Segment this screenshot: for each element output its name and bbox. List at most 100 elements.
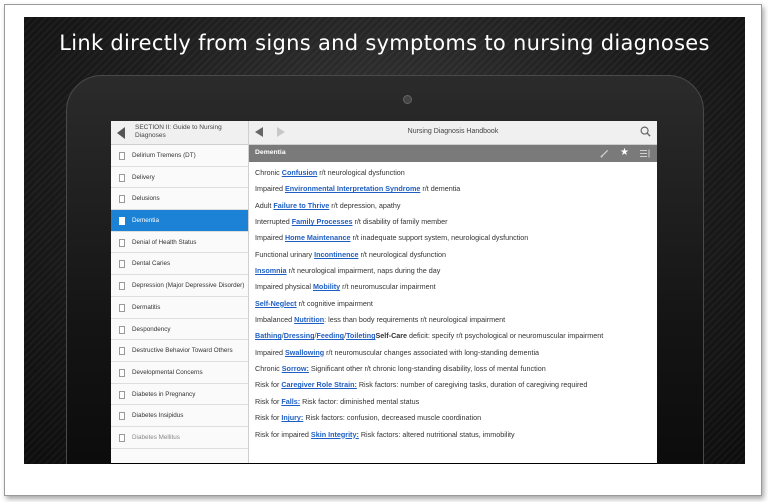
diagnosis-link[interactable]: Caregiver Role Strain:: [281, 380, 357, 389]
document-icon: [119, 347, 125, 356]
topic-list-item[interactable]: Depression (Major Depressive Disorder): [111, 275, 248, 297]
document-icon: [119, 238, 125, 247]
topic-title: Dementia: [255, 149, 286, 156]
diagnosis-link[interactable]: Mobility: [313, 282, 340, 291]
diagnosis-row: Functional urinary Incontinence r/t neur…: [255, 247, 655, 263]
diagnosis-text: Functional urinary: [255, 249, 315, 259]
promo-poster: Link directly from signs and symptoms to…: [24, 17, 745, 464]
document-icon: [119, 390, 125, 399]
topic-list-item[interactable]: Dermatitis: [111, 297, 248, 319]
topic-list-item[interactable]: Delirium Tremens (DT): [111, 145, 248, 167]
topic-label: Dementia: [132, 217, 159, 225]
document-icon: [119, 217, 125, 226]
diagnosis-text: Adult: [255, 200, 274, 210]
diagnosis-text: : less than body requirements r/t neurol…: [324, 315, 506, 325]
diagnosis-link[interactable]: Sorrow:: [282, 364, 309, 373]
topic-label: Diabetes Mellitus: [132, 433, 180, 441]
diagnosis-row: Risk for Caregiver Role Strain: Risk fac…: [255, 377, 655, 393]
diagnosis-link[interactable]: Injury:: [281, 413, 303, 422]
diagnosis-row: Impaired physical Mobility r/t neuromusc…: [255, 279, 655, 295]
topic-label: Delusions: [132, 195, 160, 203]
diagnosis-list: Chronic Confusion r/t neurological dysfu…: [255, 165, 655, 443]
diagnosis-text: Impaired physical: [255, 282, 313, 292]
diagnosis-link[interactable]: Swallowing: [285, 348, 324, 357]
topic-label: Delivery: [132, 173, 155, 181]
back-arrow-icon[interactable]: [117, 127, 125, 139]
topic-list-item[interactable]: Dementia: [111, 210, 248, 232]
document-icon: [119, 303, 125, 312]
diagnosis-row: Chronic Confusion r/t neurological dysfu…: [255, 165, 655, 181]
topic-list-item[interactable]: Diabetes Mellitus: [111, 427, 248, 449]
diagnosis-row: Bathing/Dressing/Feeding/ToiletingSelf-C…: [255, 328, 655, 344]
diagnosis-text: r/t disability of family member: [352, 217, 448, 227]
pencil-icon[interactable]: [600, 149, 609, 158]
diagnosis-text: Risk factors: confusion, decreased muscl…: [303, 413, 482, 423]
diagnosis-text: Risk factors: altered nutritional status…: [358, 429, 515, 439]
document-icon: [119, 173, 125, 182]
topic-label: Depression (Major Depressive Disorder): [132, 282, 245, 290]
topic-list: Delirium Tremens (DT) Delivery Delusions De…: [111, 145, 248, 449]
diagnosis-text: Significant other r/t chronic long-stand…: [308, 364, 546, 374]
diagnosis-text: r/t neurological impairment, naps during…: [286, 266, 441, 276]
topic-list-item[interactable]: Delusions: [111, 188, 248, 211]
diagnosis-row: Impaired Environmental Interpretation Sy…: [255, 181, 655, 197]
diagnosis-text: Chronic: [255, 364, 282, 374]
diagnosis-link[interactable]: Feeding: [317, 331, 345, 340]
topic-list-item[interactable]: Developmental Concerns: [111, 362, 248, 384]
section-title: SECTION II: Guide to Nursing Diagnoses: [135, 124, 222, 139]
diagnosis-link[interactable]: Falls:: [281, 397, 300, 406]
diagnosis-text: r/t depression, apathy: [329, 200, 401, 210]
diagnosis-row: Risk for Falls: Risk factor: diminished …: [255, 394, 655, 410]
topic-list-panel: SECTION II: Guide to Nursing Diagnoses D…: [111, 121, 249, 463]
document-icon: [119, 282, 125, 291]
diagnosis-link[interactable]: Bathing: [255, 331, 282, 340]
topic-label: Delirium Tremens (DT): [132, 152, 196, 159]
diagnosis-row: Insomnia r/t neurological impairment, na…: [255, 263, 655, 279]
topic-header-bar: Dementia ★: [249, 145, 657, 162]
topic-list-item[interactable]: Dental Caries: [111, 253, 248, 276]
topic-label: Despondency: [132, 325, 171, 333]
diagnosis-link[interactable]: Nutrition: [294, 315, 324, 324]
diagnosis-link[interactable]: Failure to Thrive: [273, 201, 329, 210]
topic-list-item[interactable]: Diabetes Insipidus: [111, 405, 248, 427]
diagnosis-link[interactable]: Home Maintenance: [285, 233, 351, 242]
document-icon: [119, 368, 125, 377]
topic-label: Destructive Behavior Toward Others: [132, 347, 233, 355]
topic-label: Diabetes Insipidus: [132, 412, 184, 420]
diagnosis-text: r/t neurological dysfunction: [358, 249, 446, 259]
topic-list-item[interactable]: Denial of Health Status: [111, 232, 248, 254]
topic-list-item[interactable]: Destructive Behavior Toward Others: [111, 340, 248, 362]
diagnosis-link[interactable]: Insomnia: [255, 266, 287, 275]
diagnosis-link[interactable]: Incontinence: [314, 250, 358, 259]
search-icon[interactable]: [640, 126, 651, 137]
topic-label: Dermatitis: [132, 303, 161, 311]
topic-list-item[interactable]: Diabetes in Pregnancy: [111, 384, 248, 406]
topic-label: Developmental Concerns: [132, 368, 203, 376]
diagnosis-text: Risk for impaired: [255, 429, 311, 439]
topic-list-item[interactable]: Delivery: [111, 167, 248, 189]
diagnosis-text: Impaired: [255, 347, 285, 357]
document-icon: [119, 195, 125, 204]
document-icon: [119, 260, 125, 269]
diagnosis-link[interactable]: Skin Integrity:: [311, 430, 359, 439]
diagnosis-link[interactable]: Confusion: [282, 168, 318, 177]
topic-label: Denial of Health Status: [132, 238, 197, 246]
topic-list-item[interactable]: Despondency: [111, 319, 248, 341]
diagnosis-text: Risk for: [255, 396, 282, 406]
diagnosis-text: Impaired: [255, 233, 285, 243]
diagnosis-link[interactable]: Environmental Interpretation Syndrome: [285, 184, 420, 193]
diagnosis-link[interactable]: Family Processes: [292, 217, 353, 226]
diagnosis-row: Risk for Injury: Risk factors: confusion…: [255, 410, 655, 426]
diagnosis-row: Impaired Home Maintenance r/t inadequate…: [255, 230, 655, 246]
star-icon[interactable]: ★: [620, 147, 629, 159]
diagnosis-text: Impaired: [255, 184, 285, 194]
diagnosis-link[interactable]: Dressing: [284, 331, 315, 340]
list-icon[interactable]: [640, 149, 650, 158]
diagnosis-row: Imbalanced Nutrition: less than body req…: [255, 312, 655, 328]
diagnosis-text: Risk for: [255, 380, 282, 390]
diagnosis-link[interactable]: Toileting: [346, 331, 375, 340]
diagnosis-row: Impaired Swallowing r/t neuromuscular ch…: [255, 345, 655, 361]
diagnosis-text: Interrupted: [255, 217, 292, 227]
diagnosis-link[interactable]: Self-Neglect: [255, 299, 297, 308]
system-nav-bar: [111, 463, 657, 464]
